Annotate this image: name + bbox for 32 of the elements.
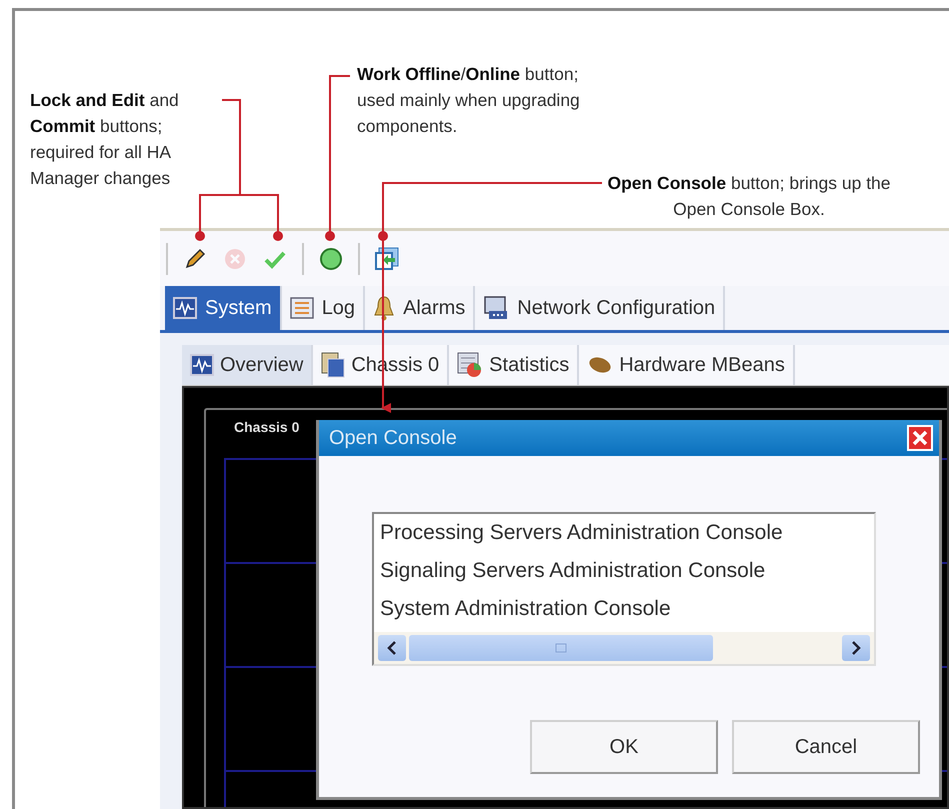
chassis-icon <box>321 352 346 378</box>
toolbar-button[interactable] <box>374 246 400 272</box>
bell-icon <box>373 295 396 321</box>
cancel-icon <box>223 246 247 270</box>
scroll-right-icon[interactable] <box>842 635 870 661</box>
dialog-title: Open Console <box>329 426 457 450</box>
callout-text: Lock and Edit and Commit buttons; required for all HA Manager changes <box>30 89 180 190</box>
dialog-button[interactable]: Cancel <box>732 720 920 774</box>
chassis-label: Chassis 0 <box>233 418 300 437</box>
scroll-bar[interactable] <box>374 632 874 664</box>
close-icon <box>912 430 928 446</box>
list-item[interactable]: System Administration Console <box>374 590 874 628</box>
pencil-icon <box>183 246 207 270</box>
document-icon <box>290 297 314 319</box>
tab[interactable]: System <box>165 286 282 330</box>
close-button[interactable] <box>907 425 933 451</box>
callout-text: Open Console button; brings up the Open Console Box. <box>606 172 892 221</box>
dialog-button[interactable]: OK <box>530 720 718 774</box>
toolbar-button[interactable] <box>318 246 344 272</box>
console-icon <box>374 246 400 272</box>
monitor-icon <box>190 354 214 376</box>
callout-text: Work Offline/Online button; used mainly when upgrading components. <box>357 63 581 138</box>
list-item[interactable]: Signaling Servers Administration Console <box>374 552 874 590</box>
computer-icon <box>483 295 510 321</box>
circle-icon <box>319 246 343 270</box>
scroll-thumb[interactable] <box>409 635 713 661</box>
bean-icon <box>587 355 614 375</box>
monitor-icon <box>173 297 197 319</box>
scroll-left-icon[interactable] <box>378 635 406 661</box>
tab[interactable]: Overview <box>182 345 314 385</box>
chart-icon <box>457 352 484 378</box>
list-item[interactable]: Processing Servers Administration Console <box>374 514 874 552</box>
